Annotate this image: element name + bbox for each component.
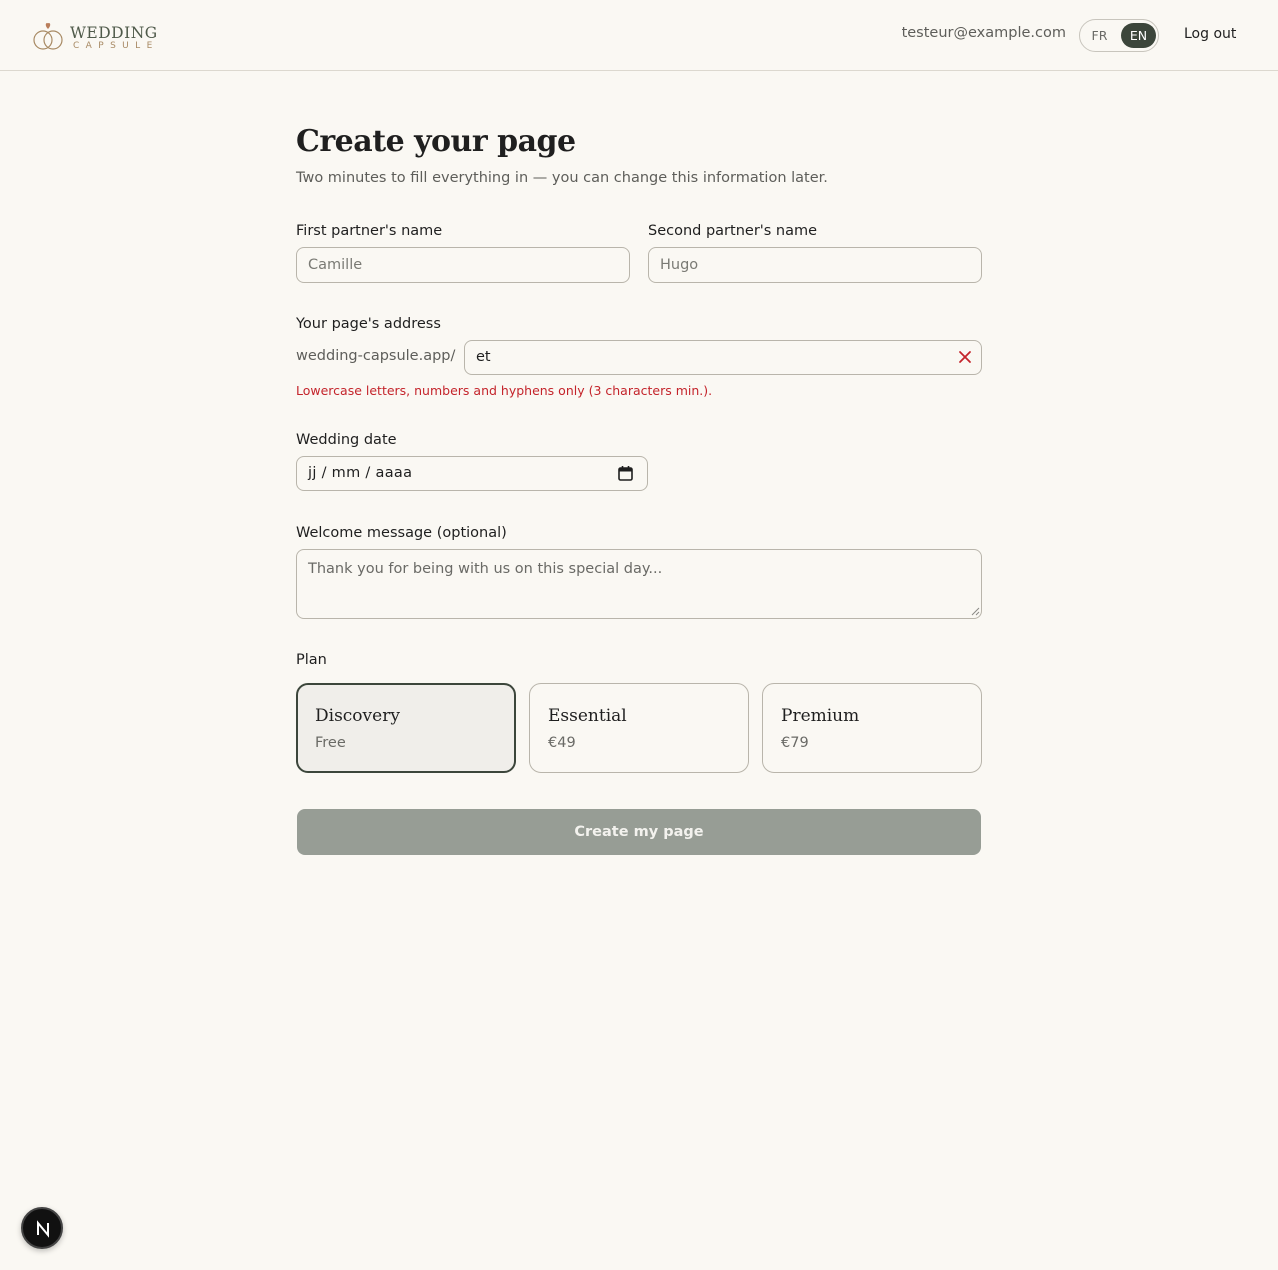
create-page-button[interactable]: Create my page xyxy=(297,809,981,855)
plan-price: Free xyxy=(315,735,346,751)
address-prefix: wedding-capsule.app/ xyxy=(296,348,456,364)
second-partner-input[interactable]: Hugo xyxy=(648,247,982,283)
first-partner-input[interactable]: Camille xyxy=(296,247,630,283)
first-partner-label: First partner's name xyxy=(296,223,443,239)
plan-card-premium[interactable]: Premium €79 xyxy=(762,683,982,773)
plan-name: Premium xyxy=(781,706,860,726)
welcome-message-label: Welcome message (optional) xyxy=(296,525,507,541)
language-switcher: FR EN xyxy=(1079,19,1159,52)
page-title: Create your page xyxy=(296,124,576,159)
plan-card-discovery[interactable]: Discovery Free xyxy=(296,683,516,773)
plan-price: €49 xyxy=(548,735,576,751)
address-label: Your page's address xyxy=(296,316,441,332)
wedding-rings-icon xyxy=(33,22,63,50)
address-slug-input[interactable]: et xyxy=(464,340,982,375)
second-partner-label: Second partner's name xyxy=(648,223,818,239)
plan-label: Plan xyxy=(296,652,327,668)
logo-text-capsule: CAPSULE xyxy=(73,41,159,51)
plan-name: Discovery xyxy=(315,706,400,726)
lang-option-fr[interactable]: FR xyxy=(1082,23,1117,48)
lang-option-en[interactable]: EN xyxy=(1121,23,1156,48)
wedding-date-input[interactable]: jj / mm / aaaa xyxy=(296,456,648,491)
welcome-message-textarea[interactable]: Thank you for being with us on this spec… xyxy=(296,549,982,619)
wedding-date-label: Wedding date xyxy=(296,432,397,448)
logo[interactable]: WEDDING CAPSULE xyxy=(32,18,157,54)
page-subtitle: Two minutes to fill everything in — you … xyxy=(296,170,828,186)
logo-text-wedding: WEDDING xyxy=(70,24,158,42)
user-email: testeur@example.com xyxy=(901,25,1066,41)
nextjs-logo-icon xyxy=(37,1220,49,1238)
error-close-icon[interactable] xyxy=(958,350,972,364)
plan-name: Essential xyxy=(548,706,627,726)
top-bar: WEDDING CAPSULE testeur@example.com FR E… xyxy=(0,0,1278,71)
resize-handle-icon[interactable] xyxy=(971,607,980,616)
nextjs-dev-badge[interactable] xyxy=(21,1207,63,1249)
plan-card-essential[interactable]: Essential €49 xyxy=(529,683,749,773)
address-error-message: Lowercase letters, numbers and hyphens o… xyxy=(296,383,713,398)
plan-price: €79 xyxy=(781,735,809,751)
calendar-icon[interactable] xyxy=(618,465,633,481)
logout-link[interactable]: Log out xyxy=(1184,26,1236,42)
